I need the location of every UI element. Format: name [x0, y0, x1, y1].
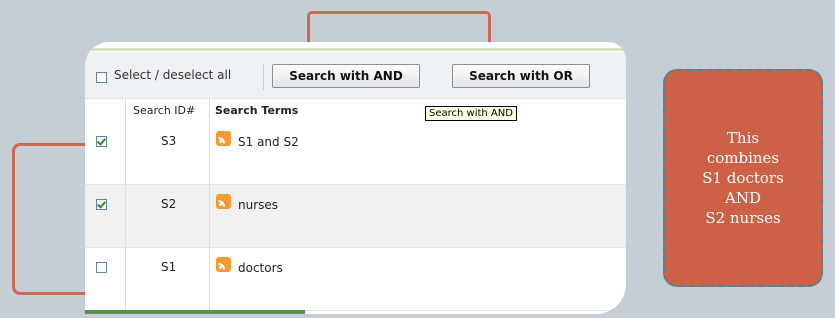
- callout-line: This: [726, 129, 760, 147]
- top-accent-line: [85, 48, 626, 51]
- table-row: S1 doctors: [85, 248, 626, 311]
- search-id: S1: [161, 260, 177, 274]
- search-term: S1 and S2: [238, 135, 299, 149]
- column-divider: [209, 98, 210, 314]
- table-row: S2 nurses: [85, 185, 626, 248]
- search-history-panel: Select / deselect all Search with AND Se…: [85, 42, 626, 314]
- search-id: S3: [161, 134, 177, 148]
- select-all-checkbox[interactable]: [96, 72, 107, 83]
- table-header: Search ID# Search Terms: [85, 98, 626, 123]
- rss-feed-icon[interactable]: [216, 257, 231, 272]
- search-id: S2: [161, 197, 177, 211]
- tooltip: Search with AND: [425, 106, 517, 121]
- row-checkbox[interactable]: [96, 199, 107, 210]
- search-with-or-button[interactable]: Search with OR: [452, 64, 590, 88]
- toolbar: Select / deselect all Search with AND Se…: [85, 52, 626, 98]
- row-checkbox[interactable]: [96, 262, 107, 273]
- row-checkbox[interactable]: [96, 136, 107, 147]
- callout-line: S2 nurses: [705, 209, 781, 227]
- rss-feed-icon[interactable]: [216, 194, 231, 209]
- column-divider: [125, 98, 126, 314]
- toolbar-divider: [263, 64, 264, 90]
- callout-line: S1 doctors: [702, 169, 784, 187]
- table-row: S3 S1 and S2: [85, 122, 626, 185]
- header-search-id: Search ID#: [133, 104, 196, 117]
- select-all-label: Select / deselect all: [114, 68, 232, 82]
- search-term: nurses: [238, 198, 279, 212]
- search-term: doctors: [238, 261, 283, 275]
- bottom-accent-line: [85, 310, 305, 314]
- callout-line: AND: [725, 189, 761, 207]
- search-with-and-button[interactable]: Search with AND: [272, 64, 420, 88]
- header-search-terms: Search Terms: [215, 104, 299, 117]
- rss-feed-icon[interactable]: [216, 131, 231, 146]
- callout-line: combines: [706, 149, 780, 167]
- bracket-line-left: [12, 143, 89, 295]
- explanation-callout: This combines S1 doctors AND S2 nurses: [663, 69, 823, 287]
